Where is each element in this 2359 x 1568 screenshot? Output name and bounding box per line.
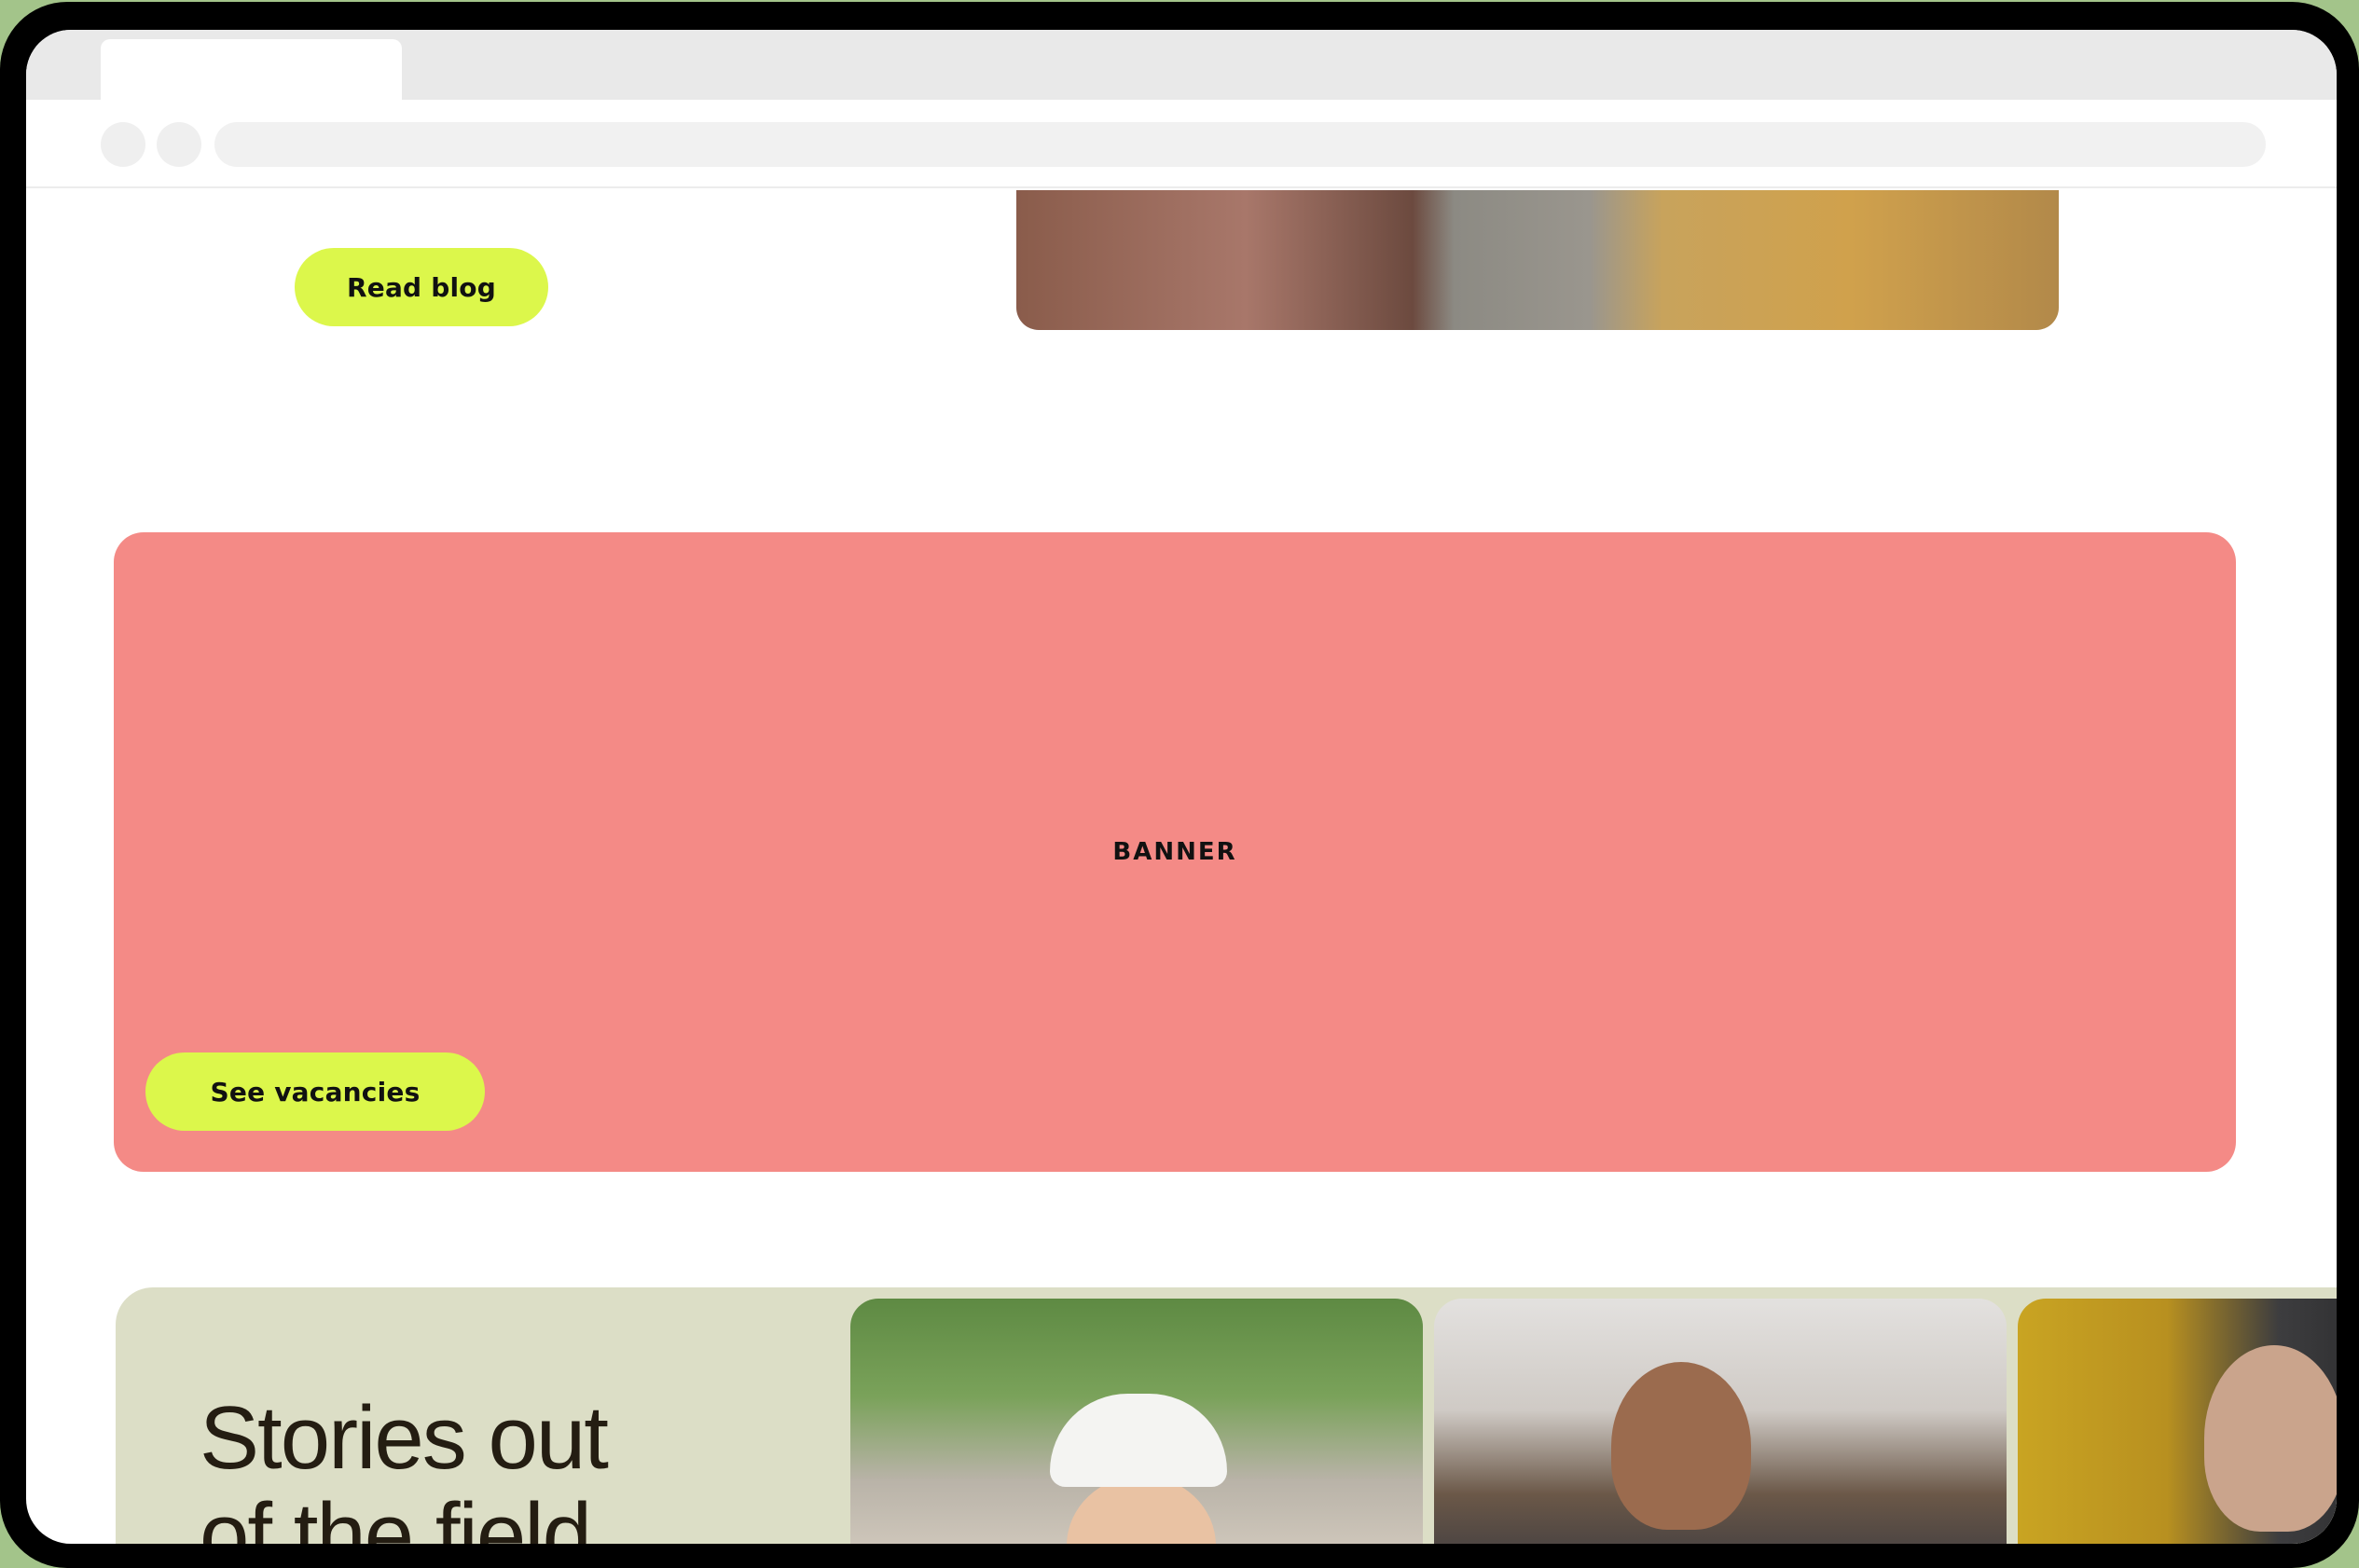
see-vacancies-button[interactable]: See vacancies	[145, 1052, 485, 1131]
browser-window: Read blog BANNER See vacancies Stories o…	[26, 30, 2337, 1544]
back-button-icon[interactable]	[101, 122, 145, 167]
device-frame: Read blog BANNER See vacancies Stories o…	[0, 2, 2359, 1568]
page-content: Read blog BANNER See vacancies Stories o…	[26, 190, 2337, 1544]
story-card[interactable]	[2018, 1299, 2337, 1544]
stories-title-line2: of the field	[200, 1485, 592, 1545]
read-blog-button[interactable]: Read blog	[295, 248, 548, 326]
tab-bar	[26, 30, 2337, 100]
banner: BANNER See vacancies	[114, 532, 2236, 1172]
browser-toolbar	[26, 100, 2337, 188]
story-card[interactable]	[850, 1299, 1423, 1544]
story-photo-person	[1611, 1362, 1751, 1530]
hard-hat-icon	[1050, 1394, 1227, 1487]
forward-button-icon[interactable]	[157, 122, 201, 167]
stories-section: Stories out of the field	[116, 1287, 2337, 1544]
browser-tab[interactable]	[101, 39, 402, 100]
story-card[interactable]	[1434, 1299, 2007, 1544]
story-photo-person	[2204, 1345, 2337, 1532]
stories-title: Stories out of the field	[200, 1388, 778, 1545]
stories-title-line1: Stories out	[200, 1388, 609, 1488]
address-bar[interactable]	[214, 122, 2266, 167]
blog-photo	[1016, 190, 2059, 330]
